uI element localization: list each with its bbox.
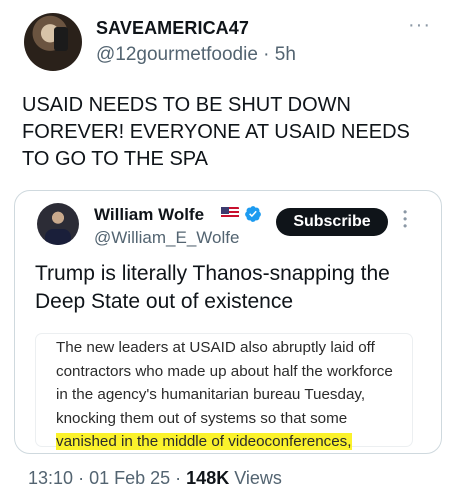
views-label: Views — [234, 468, 282, 488]
post-meta: 13:10 · 01 Feb 25 · 148K Views — [28, 468, 282, 489]
post-text: USAID NEEDS TO BE SHUT DOWN FOREVER! EVE… — [22, 94, 410, 170]
quote-handle[interactable]: @William_E_Wolfe — [94, 228, 239, 248]
excerpt-highlight: vanished in the middle of videoconferenc… — [56, 433, 352, 450]
subscribe-button[interactable]: Subscribe — [276, 208, 388, 236]
quote-more-icon[interactable]: • • • — [403, 206, 407, 232]
verified-badge-icon — [245, 206, 261, 222]
more-options-icon[interactable]: ··· — [408, 15, 431, 35]
quote-display-name[interactable]: William Wolfe — [94, 205, 204, 225]
views-count[interactable]: 148K — [186, 468, 229, 488]
display-name[interactable]: SAVEAMERICA47 — [96, 18, 249, 39]
article-excerpt-image[interactable]: The new leaders at USAID also abruptly l… — [36, 334, 412, 450]
us-flag-icon — [221, 207, 239, 219]
suit-shape — [45, 229, 71, 245]
meta-separator: · — [175, 468, 182, 488]
handle-text[interactable]: @12gourmetfoodie — [96, 44, 258, 65]
user-handle[interactable]: @12gourmetfoodie · 5h — [96, 44, 296, 66]
phone-shape — [54, 27, 68, 51]
quote-avatar[interactable] — [37, 203, 79, 245]
post-time[interactable]: 13:10 — [28, 468, 73, 488]
excerpt-text: The new leaders at USAID also abruptly l… — [56, 336, 406, 454]
post-age: · 5h — [263, 44, 296, 65]
excerpt-body: The new leaders at USAID also abruptly l… — [56, 339, 393, 427]
quote-text: Trump is literally Thanos-snapping the D… — [35, 262, 390, 313]
meta-separator: · — [78, 468, 85, 488]
outer-avatar[interactable] — [24, 13, 82, 71]
post-date[interactable]: 01 Feb 25 — [89, 468, 170, 488]
